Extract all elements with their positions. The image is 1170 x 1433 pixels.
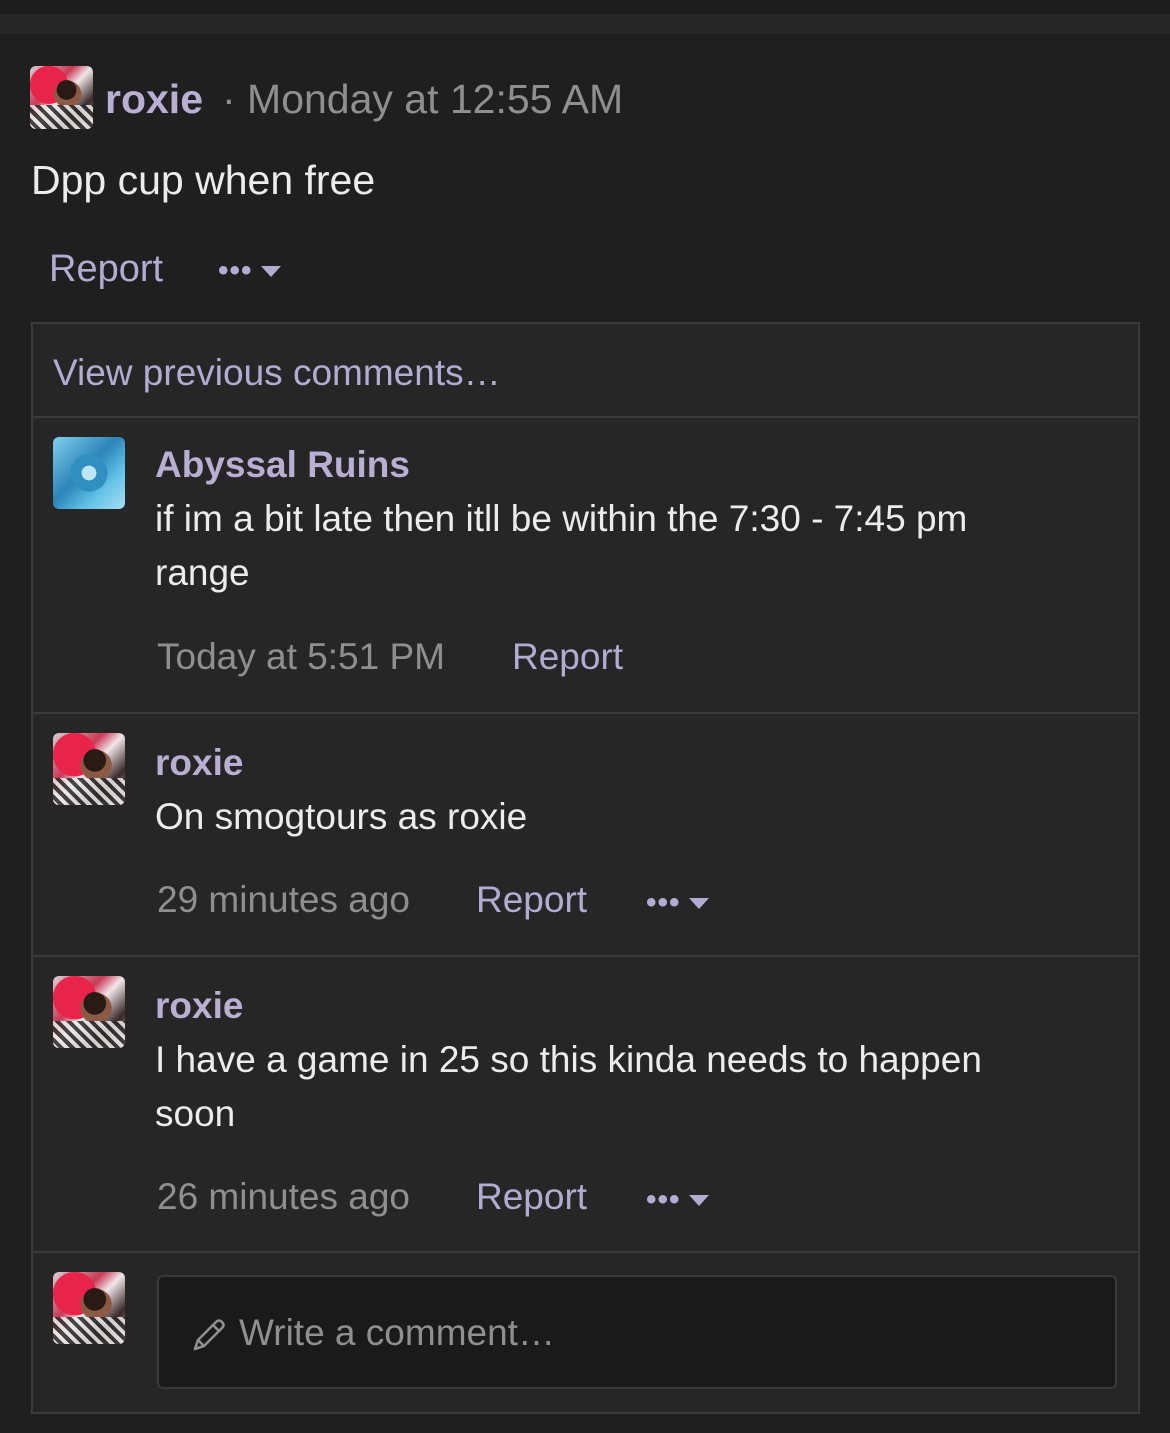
comment-author-avatar[interactable] — [53, 437, 125, 509]
comment-text: I have a game in 25 so this kinda needs … — [155, 1039, 982, 1134]
top-divider — [0, 14, 1170, 34]
pencil-icon — [193, 1319, 225, 1351]
comments-panel: View previous comments… Abyssal Ruins if… — [31, 322, 1140, 1414]
caret-down-icon — [688, 897, 709, 909]
divider — [33, 955, 1138, 957]
comment-report-link[interactable]: Report — [512, 636, 623, 678]
comment-more-menu[interactable]: ••• — [646, 888, 709, 918]
comment-report-link[interactable]: Report — [476, 879, 587, 921]
post-report-link[interactable]: Report — [49, 248, 163, 291]
comment-text: if im a bit late then itll be within the… — [155, 498, 968, 593]
comment-author-name[interactable]: roxie — [155, 985, 243, 1027]
comment-author-avatar[interactable] — [53, 733, 125, 805]
divider — [33, 416, 1138, 418]
ellipsis-icon: ••• — [218, 254, 253, 287]
post-author-name[interactable]: roxie — [105, 76, 203, 123]
comment-timestamp[interactable]: Today at 5:51 PM — [157, 636, 445, 678]
comment-more-menu[interactable]: ••• — [646, 1185, 709, 1215]
current-user-avatar — [53, 1272, 125, 1344]
top-bar — [0, 0, 1170, 14]
write-comment-box[interactable] — [157, 1275, 1117, 1389]
comment-text: On smogtours as roxie — [155, 796, 528, 837]
comment-author-name[interactable]: Abyssal Ruins — [155, 444, 410, 486]
post-body: Dpp cup when free — [31, 157, 376, 203]
comment-author-name[interactable]: roxie — [155, 742, 243, 784]
view-previous-comments-link[interactable]: View previous comments… — [53, 352, 501, 394]
write-comment-input[interactable] — [237, 1277, 1101, 1389]
post-timestamp[interactable]: · Monday at 12:55 AM — [222, 76, 623, 123]
caret-down-icon — [260, 265, 281, 277]
comment-timestamp[interactable]: 26 minutes ago — [157, 1176, 410, 1218]
ellipsis-icon: ••• — [646, 1183, 681, 1216]
comment-report-link[interactable]: Report — [476, 1176, 587, 1218]
ellipsis-icon: ••• — [646, 886, 681, 919]
post-author-avatar[interactable] — [30, 66, 93, 129]
post-more-menu[interactable]: ••• — [218, 256, 281, 286]
comment-author-avatar[interactable] — [53, 976, 125, 1048]
divider — [33, 1251, 1138, 1253]
caret-down-icon — [688, 1194, 709, 1206]
comment-timestamp[interactable]: 29 minutes ago — [157, 879, 410, 921]
divider — [33, 712, 1138, 714]
